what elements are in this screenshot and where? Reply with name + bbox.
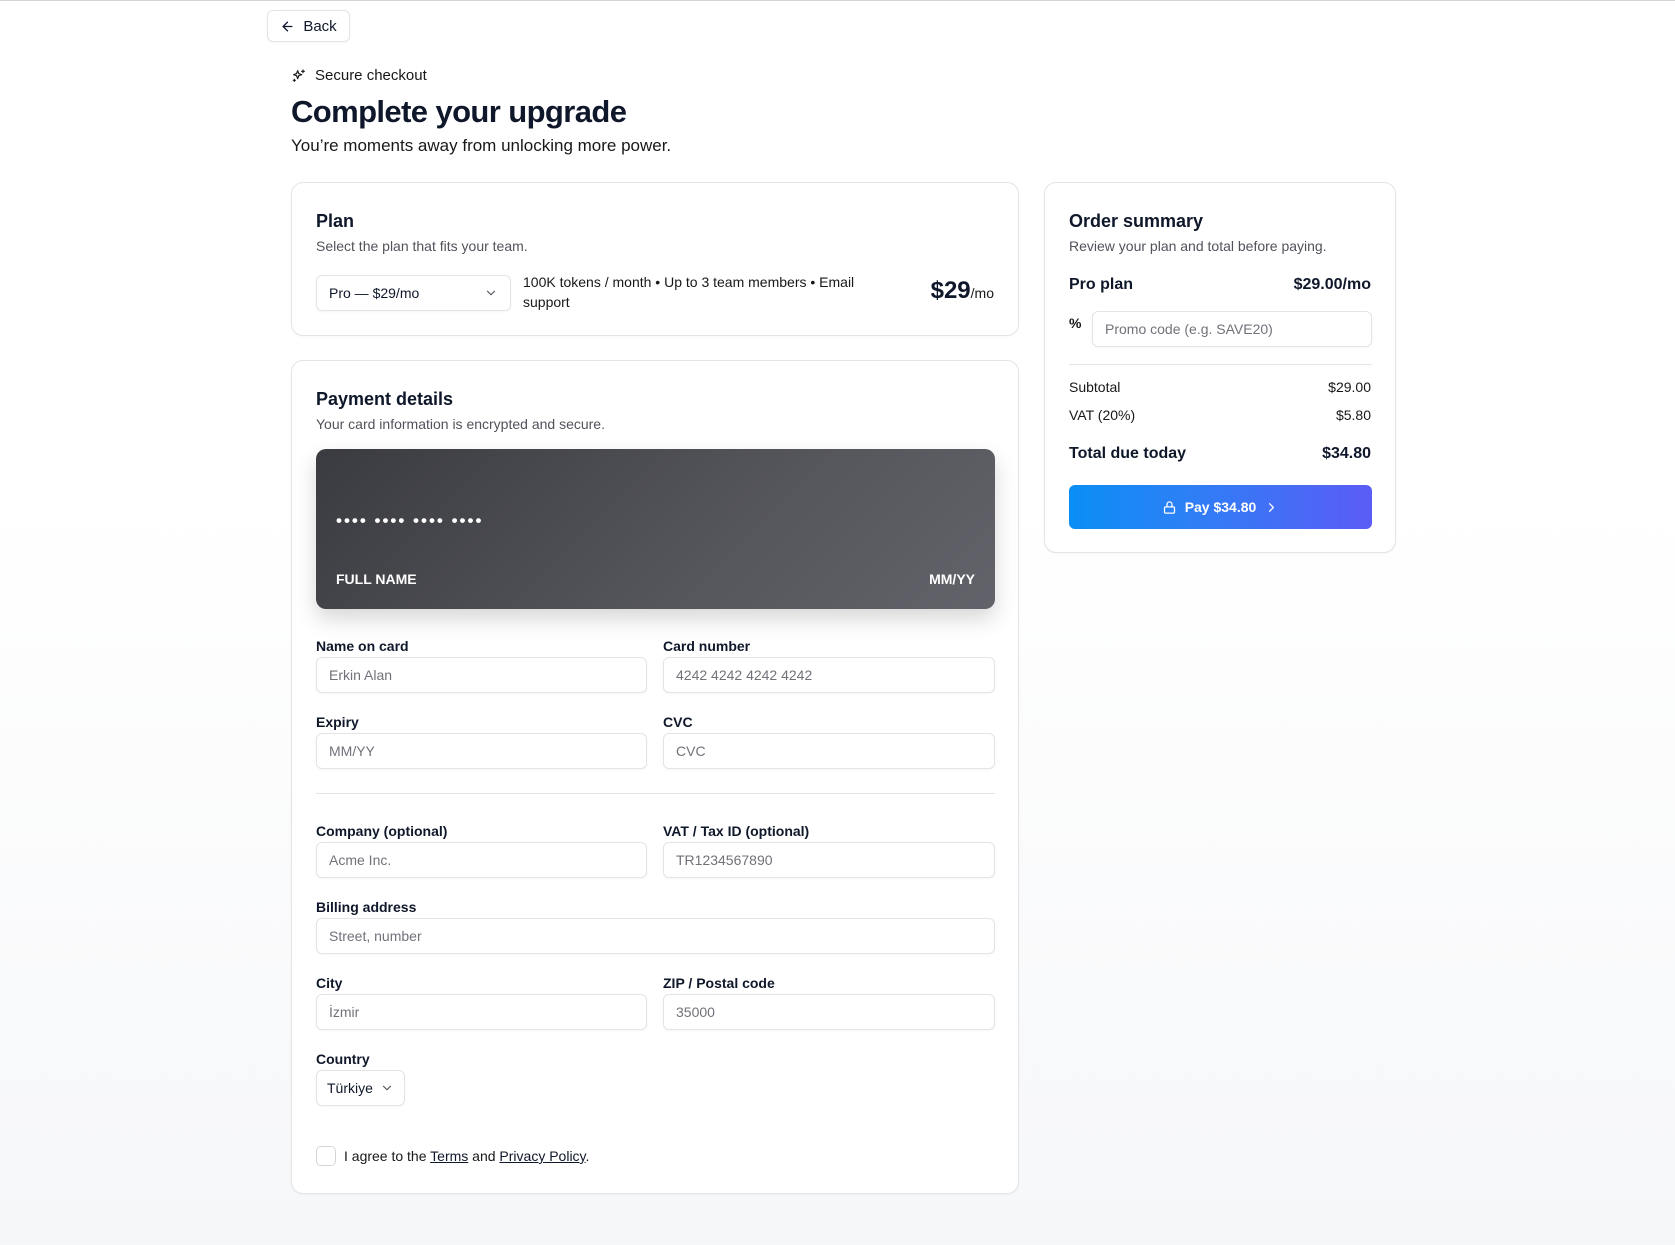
- payment-title: Payment details: [316, 389, 454, 409]
- order-summary-card: Order summary Review your plan and total…: [1044, 182, 1396, 553]
- summary-divider: [1069, 364, 1372, 365]
- terms-agreement: I agree to the Terms and Privacy Policy.: [316, 1146, 589, 1166]
- chevron-right-icon: [1269, 502, 1275, 512]
- billing-address-input[interactable]: [316, 918, 995, 954]
- terms-checkbox[interactable]: [316, 1146, 336, 1166]
- vat-label: VAT (20%): [1069, 407, 1136, 423]
- billing-address-label: Billing address: [316, 899, 417, 915]
- card-preview: •••• •••• •••• •••• FULL NAME MM/YY: [316, 449, 995, 609]
- city-label: City: [316, 975, 343, 991]
- page-title: Complete your upgrade: [291, 94, 627, 129]
- summary-plan-row: Pro plan $29.00/mo: [1069, 276, 1371, 294]
- plan-price-amount: $29: [930, 277, 971, 304]
- percent-icon: %: [1069, 315, 1082, 331]
- payment-details-card: Payment details Your card information is…: [291, 360, 1019, 1194]
- secure-checkout-eyebrow: Secure checkout: [291, 67, 427, 84]
- card-number-input[interactable]: [663, 657, 995, 693]
- city-input[interactable]: [316, 994, 647, 1030]
- expiry-input[interactable]: [316, 733, 647, 769]
- pay-button-label: Pay $34.80: [1184, 499, 1257, 515]
- arrow-left-icon: [282, 21, 293, 31]
- payment-description: Your card information is encrypted and s…: [316, 416, 605, 432]
- zip-label: ZIP / Postal code: [663, 975, 775, 991]
- vat-id-input[interactable]: [663, 842, 995, 878]
- name-on-card-input[interactable]: [316, 657, 647, 693]
- chevron-down-icon: [382, 1085, 392, 1091]
- company-label: Company (optional): [316, 823, 448, 839]
- total-label: Total due today: [1069, 445, 1187, 462]
- plan-title: Plan: [316, 211, 355, 231]
- total-value: $34.80: [1322, 445, 1371, 462]
- agree-prefix: I agree to the: [344, 1148, 427, 1164]
- zip-input[interactable]: [663, 994, 995, 1030]
- company-input[interactable]: [316, 842, 647, 878]
- page-subtitle: You’re moments away from unlocking more …: [291, 136, 672, 155]
- card-preview-name: FULL NAME: [336, 571, 417, 587]
- expiry-label: Expiry: [316, 714, 359, 730]
- vat-row: VAT (20%) $5.80: [1069, 407, 1371, 423]
- section-divider: [316, 793, 995, 794]
- chevron-down-icon: [486, 290, 496, 296]
- summary-plan-price: $29.00/mo: [1293, 276, 1371, 293]
- summary-description: Review your plan and total before paying…: [1069, 238, 1327, 254]
- plan-select-value: Pro — $29/mo: [329, 285, 420, 301]
- plan-price-period: /mo: [970, 285, 994, 301]
- sparkles-icon: [292, 68, 305, 82]
- vat-id-label: VAT / Tax ID (optional): [663, 823, 810, 839]
- plan-features: 100K tokens / month • Up to 3 team membe…: [523, 274, 855, 310]
- subtotal-value: $29.00: [1328, 379, 1371, 395]
- plan-select[interactable]: Pro — $29/mo: [316, 275, 511, 311]
- back-button[interactable]: Back: [267, 10, 350, 42]
- vat-value: $5.80: [1335, 407, 1371, 423]
- cvc-label: CVC: [663, 714, 693, 730]
- checkout-page: Back Secure checkout Complete your upgra…: [0, 1, 1675, 1245]
- total-row: Total due today $34.80: [1069, 445, 1371, 463]
- lock-icon: [1163, 500, 1175, 514]
- eyebrow-text: Secure checkout: [315, 67, 427, 84]
- country-select-value: Türkiye: [327, 1080, 373, 1096]
- agree-and: and: [472, 1148, 496, 1164]
- country-select[interactable]: Türkiye: [316, 1070, 405, 1106]
- pay-button[interactable]: Pay $34.80: [1069, 485, 1372, 529]
- promo-code-input[interactable]: [1092, 311, 1372, 347]
- back-label: Back: [303, 17, 337, 35]
- card-number-label: Card number: [663, 638, 751, 654]
- country-label: Country: [316, 1051, 370, 1067]
- plan-card: Plan Select the plan that fits your team…: [291, 182, 1019, 336]
- summary-plan-label: Pro plan: [1069, 276, 1134, 293]
- summary-title: Order summary: [1069, 211, 1204, 231]
- name-on-card-label: Name on card: [316, 638, 409, 654]
- agree-suffix: .: [585, 1148, 590, 1164]
- terms-link[interactable]: Terms: [430, 1148, 468, 1164]
- subtotal-label: Subtotal: [1069, 379, 1121, 395]
- card-preview-number: •••• •••• •••• ••••: [336, 511, 484, 530]
- card-preview-expiry: MM/YY: [929, 571, 975, 587]
- subtotal-row: Subtotal $29.00: [1069, 379, 1371, 395]
- plan-description: Select the plan that fits your team.: [316, 238, 528, 254]
- cvc-input[interactable]: [663, 733, 995, 769]
- privacy-policy-link[interactable]: Privacy Policy: [499, 1148, 585, 1164]
- plan-price: $29 /mo: [931, 277, 994, 305]
